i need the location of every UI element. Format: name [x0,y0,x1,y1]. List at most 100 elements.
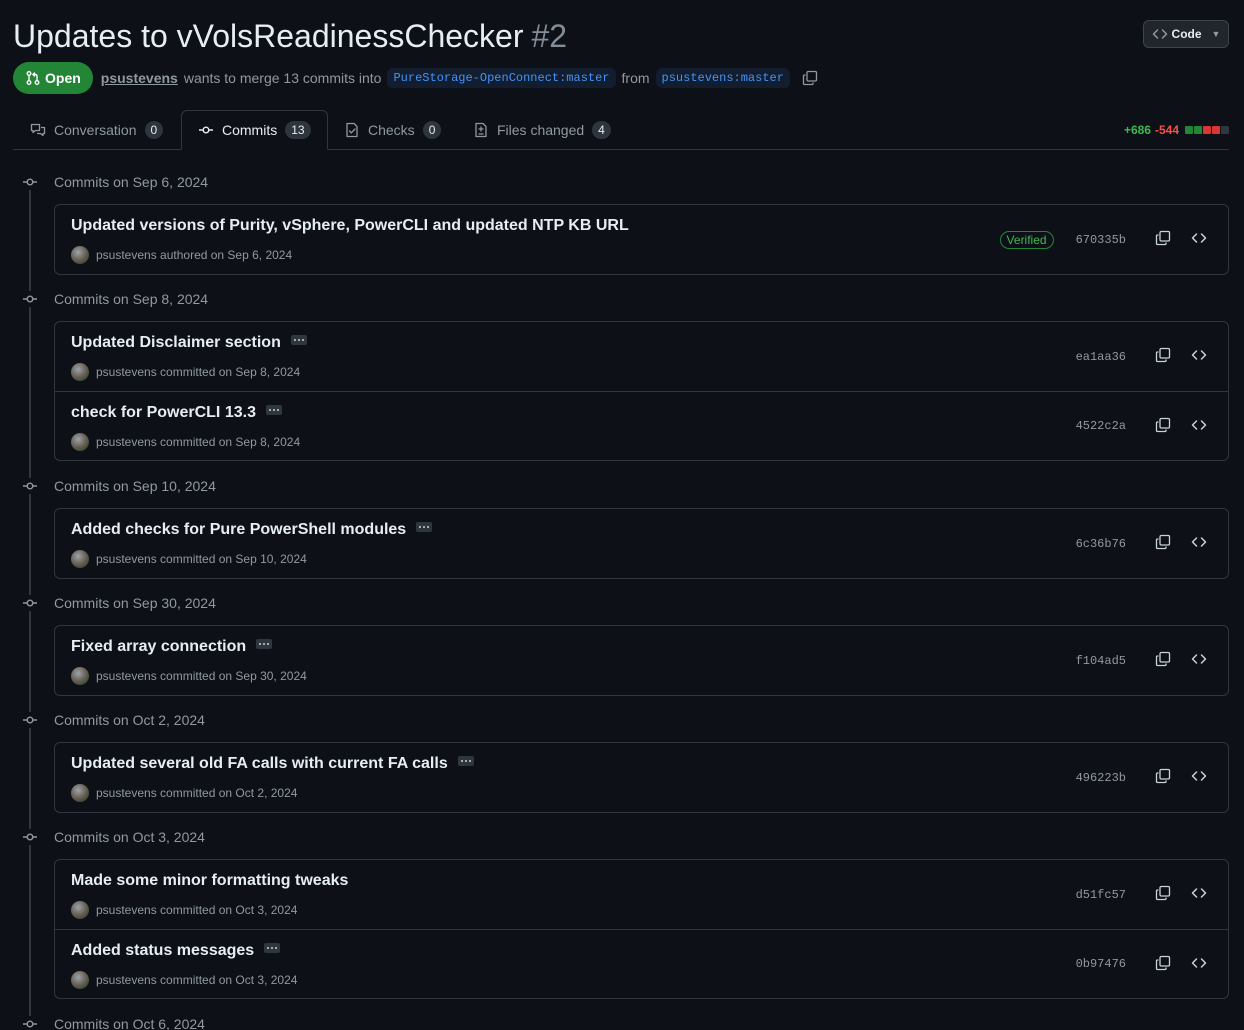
commit-byline-text: psustevens committed on Oct 3, 2024 [96,973,298,987]
commit-actions: 6c36b76 [1076,509,1212,578]
avatar[interactable] [71,901,89,919]
copy-sha-button[interactable] [1150,531,1176,557]
copy-sha-button[interactable] [1150,227,1176,253]
commit-message-link[interactable]: check for PowerCLI 13.3 [71,404,256,422]
commit-actions: f104ad5 [1076,626,1212,695]
browse-repo-button[interactable] [1186,531,1212,557]
commit-row: Added status messages psustevens committe… [55,929,1228,998]
commit-sha[interactable]: 670335b [1076,233,1126,247]
browse-repo-button[interactable] [1186,765,1212,791]
browse-repo-button[interactable] [1186,227,1212,253]
commit-message: Added status messages [71,942,281,960]
base-branch[interactable]: PureStorage-OpenConnect:master [387,68,616,88]
expand-description-button[interactable] [457,756,474,766]
copy-sha-button[interactable] [1150,648,1176,674]
browse-repo-button[interactable] [1186,951,1212,977]
expand-description-button[interactable] [416,522,433,532]
tab-count: 0 [422,121,442,139]
avatar[interactable] [71,667,89,685]
git-commit-icon [20,478,40,494]
commit-group-heading: Commits on Oct 6, 2024 [20,1013,205,1030]
commit-row: Made some minor formatting tweaks psustev… [55,860,1228,929]
expand-description-button[interactable] [256,639,273,649]
deletions-count: -544 [1154,123,1179,137]
code-icon [1191,768,1207,787]
diffstat-blocks [1185,126,1229,134]
author-link[interactable]: psustevens [101,70,178,86]
commit-sha[interactable]: d51fc57 [1076,888,1126,902]
commit-sha[interactable]: 6c36b76 [1076,537,1126,551]
commit-message-link[interactable]: Updated Disclaimer section [71,334,281,352]
commit-byline-text: psustevens committed on Oct 3, 2024 [96,903,298,917]
pr-title-text: Updates to vVolsReadinessChecker [13,18,524,54]
commit-message: Updated versions of Purity, vSphere, Pow… [71,217,629,235]
commit-message-link[interactable]: Updated versions of Purity, vSphere, Pow… [71,217,629,235]
verified-badge[interactable]: Verified [999,230,1054,249]
commit-sha[interactable]: 496223b [1076,771,1126,785]
commit-sha[interactable]: 0b97476 [1076,957,1126,971]
pr-title: Updates to vVolsReadinessChecker #2 [13,14,1229,58]
tab-conversation[interactable]: Conversation 0 [30,110,164,150]
git-commit-icon [199,126,213,134]
commit-actions: 4522c2a [1076,392,1212,460]
commit-actions: 0b97476 [1076,930,1212,998]
commit-message-link[interactable]: Fixed array connection [71,638,246,656]
expand-description-button[interactable] [264,943,281,953]
file-diff-icon [475,122,487,138]
commit-message-link[interactable]: Added status messages [71,942,254,960]
state-label: Open [45,70,81,86]
commit-byline-text: psustevens authored on Sep 6, 2024 [96,248,293,262]
tab-checks[interactable]: Checks 0 [344,110,442,150]
copy-sha-button[interactable] [1150,951,1176,977]
copy-sha-button[interactable] [1150,765,1176,791]
commit-byline-text: psustevens committed on Sep 30, 2024 [96,669,307,683]
expand-description-button[interactable] [265,405,282,415]
commit-group-date: Commits on Oct 3, 2024 [54,829,205,845]
code-icon [1191,230,1207,249]
avatar[interactable] [71,550,89,568]
copy-sha-button[interactable] [1150,344,1176,370]
commit-message-link[interactable]: Added checks for Pure PowerShell modules [71,521,406,539]
commit-sha[interactable]: ea1aa36 [1076,350,1126,364]
commit-group-heading: Commits on Sep 6, 2024 [20,171,208,193]
commit-group-heading: Commits on Sep 10, 2024 [20,475,216,497]
code-icon [1152,29,1167,39]
avatar[interactable] [71,246,89,264]
avatar[interactable] [71,363,89,381]
commit-row: Added checks for Pure PowerShell modules… [55,509,1228,578]
browse-repo-button[interactable] [1186,882,1212,908]
avatar[interactable] [71,784,89,802]
copy-branch-button[interactable] [802,70,818,86]
copy-icon [1155,955,1171,974]
tab-label: Conversation [54,122,137,138]
merge-text: wants to merge 13 commits into [183,70,382,86]
commit-byline-text: psustevens committed on Sep 10, 2024 [96,552,307,566]
browse-repo-button[interactable] [1186,413,1212,439]
browse-repo-button[interactable] [1186,344,1212,370]
git-commit-icon [20,712,40,728]
commit-byline-text: psustevens committed on Sep 8, 2024 [96,435,301,449]
code-button[interactable]: Code ▼ [1143,20,1229,48]
commit-group-date: Commits on Sep 6, 2024 [54,174,209,190]
expand-description-button[interactable] [290,335,307,345]
avatar[interactable] [71,433,89,451]
copy-sha-button[interactable] [1150,882,1176,908]
head-branch[interactable]: psustevens:master [655,68,790,88]
commit-byline: psustevens authored on Sep 6, 2024 [71,246,292,264]
commit-actions: ea1aa36 [1076,322,1212,391]
from-text: from [621,70,650,86]
commit-group-date: Commits on Sep 8, 2024 [54,291,209,307]
commit-row: Updated versions of Purity, vSphere, Pow… [55,205,1228,274]
avatar[interactable] [71,971,89,989]
commit-message-link[interactable]: Updated several old FA calls with curren… [71,755,448,773]
commit-message-link[interactable]: Made some minor formatting tweaks [71,872,348,890]
commit-message: Updated Disclaimer section [71,334,307,352]
commit-sha[interactable]: f104ad5 [1076,654,1126,668]
tab-files-changed[interactable]: Files changed 4 [473,110,611,150]
commit-group-heading: Commits on Oct 2, 2024 [20,709,205,731]
tab-commits[interactable]: Commits 13 [181,110,328,150]
commit-byline: psustevens committed on Oct 3, 2024 [71,971,297,989]
copy-sha-button[interactable] [1150,413,1176,439]
browse-repo-button[interactable] [1186,648,1212,674]
commit-sha[interactable]: 4522c2a [1076,419,1126,433]
